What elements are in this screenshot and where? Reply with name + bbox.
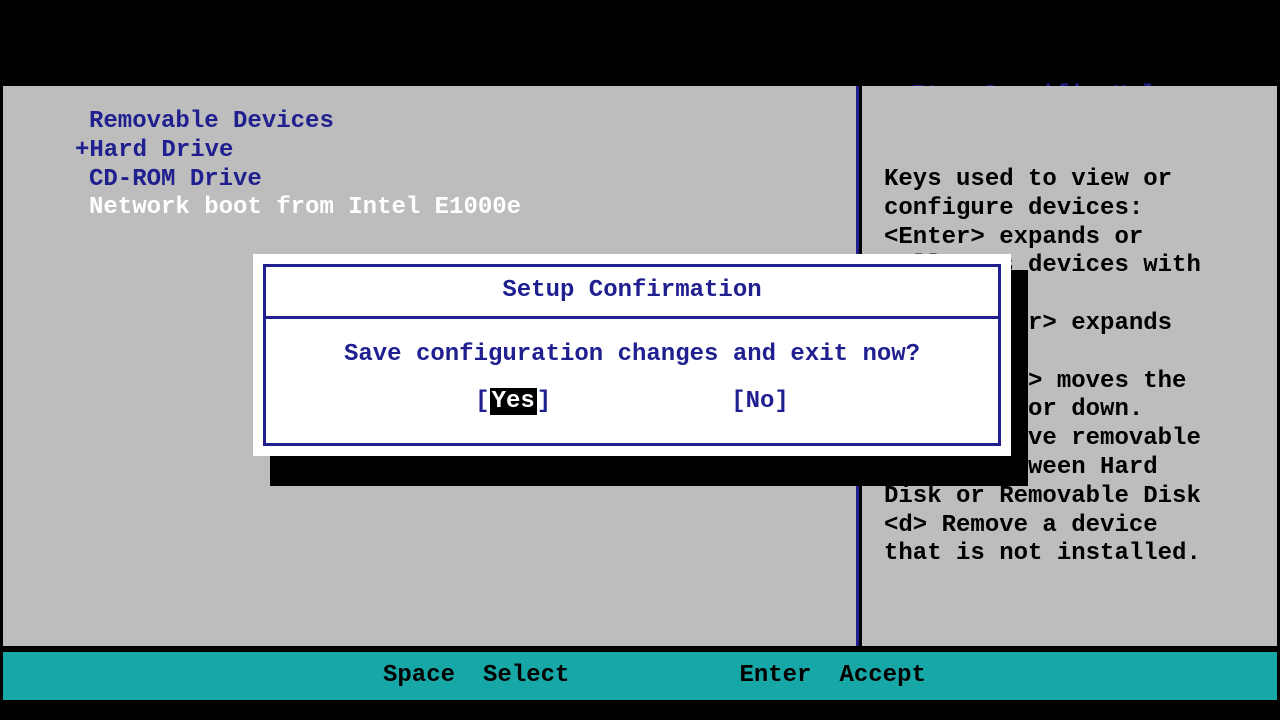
footer-label-select: Select bbox=[483, 662, 569, 691]
yes-button[interactable]: [Yes] bbox=[475, 388, 551, 417]
footer-label-accept: Accept bbox=[839, 662, 925, 691]
dialog-title: Setup Confirmation bbox=[266, 267, 998, 319]
no-button[interactable]: [No] bbox=[731, 388, 789, 417]
footer-hint-bar: Space Select Enter Accept bbox=[3, 652, 1277, 700]
boot-item-harddrive[interactable]: +Hard Drive bbox=[75, 137, 856, 166]
confirmation-dialog: Setup Confirmation Save configuration ch… bbox=[253, 254, 1011, 456]
footer-key-space: Space bbox=[383, 662, 455, 691]
boot-item-network[interactable]: Network boot from Intel E1000e bbox=[89, 194, 856, 223]
footer-key-enter: Enter bbox=[739, 662, 811, 691]
dialog-message: Save configuration changes and exit now? bbox=[344, 341, 920, 370]
top-bar bbox=[3, 0, 1277, 86]
boot-item-removable[interactable]: Removable Devices bbox=[89, 108, 856, 137]
boot-item-cdrom[interactable]: CD-ROM Drive bbox=[89, 166, 856, 195]
